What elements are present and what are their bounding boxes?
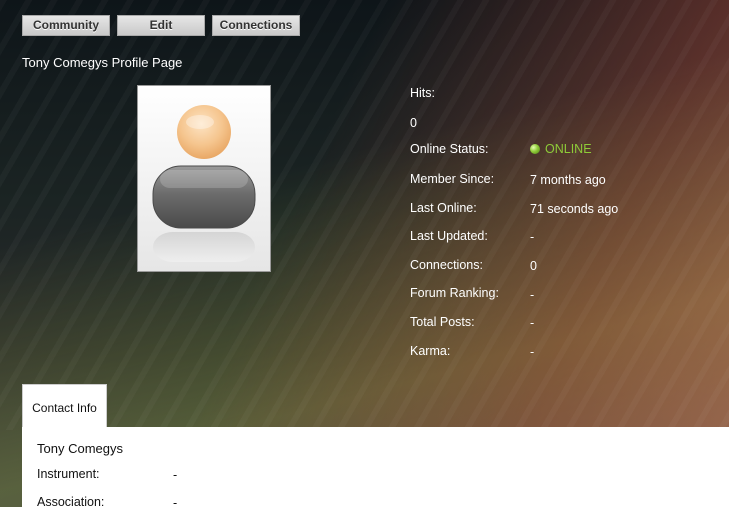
contact-row-instrument: Instrument: - [37, 467, 337, 482]
last-updated-value: - [530, 230, 535, 244]
hits-label: Hits: [410, 86, 435, 100]
tab-contact-info[interactable]: Contact Info [22, 384, 107, 428]
hits-value: 0 [410, 116, 417, 130]
last-online-label: Last Online: [410, 201, 477, 215]
total-posts-label: Total Posts: [410, 315, 475, 329]
online-status-dot-icon [530, 144, 540, 154]
forum-ranking-label: Forum Ranking: [410, 286, 499, 300]
toolbar: Community Edit Connections [22, 15, 300, 36]
avatar [137, 85, 271, 272]
last-online-value: 71 seconds ago [530, 202, 619, 216]
connections-value: 0 [530, 259, 537, 273]
last-updated-label: Last Updated: [410, 229, 488, 243]
connections-button[interactable]: Connections [212, 15, 300, 36]
contact-name: Tony Comegys [37, 441, 123, 456]
edit-button[interactable]: Edit [117, 15, 205, 36]
forum-ranking-value: - [530, 288, 535, 302]
association-value: - [173, 496, 178, 507]
online-status-text: ONLINE [545, 142, 592, 156]
association-label: Association: [37, 495, 105, 507]
contact-row-association: Association: - [37, 495, 337, 507]
page-title: Tony Comegys Profile Page [22, 55, 183, 70]
karma-label: Karma: [410, 344, 451, 358]
member-since-label: Member Since: [410, 172, 495, 186]
total-posts-value: - [530, 316, 535, 330]
default-user-avatar-icon [152, 105, 256, 262]
member-since-value: 7 months ago [530, 173, 606, 187]
community-button[interactable]: Community [22, 15, 110, 36]
online-status-value: ONLINE [530, 142, 592, 156]
connections-label: Connections: [410, 258, 483, 272]
instrument-value: - [173, 468, 178, 482]
contact-info-panel: Tony Comegys Instrument: - Association: … [22, 427, 729, 507]
instrument-label: Instrument: [37, 467, 100, 481]
karma-value: - [530, 345, 535, 359]
online-status-label: Online Status: [410, 142, 489, 156]
